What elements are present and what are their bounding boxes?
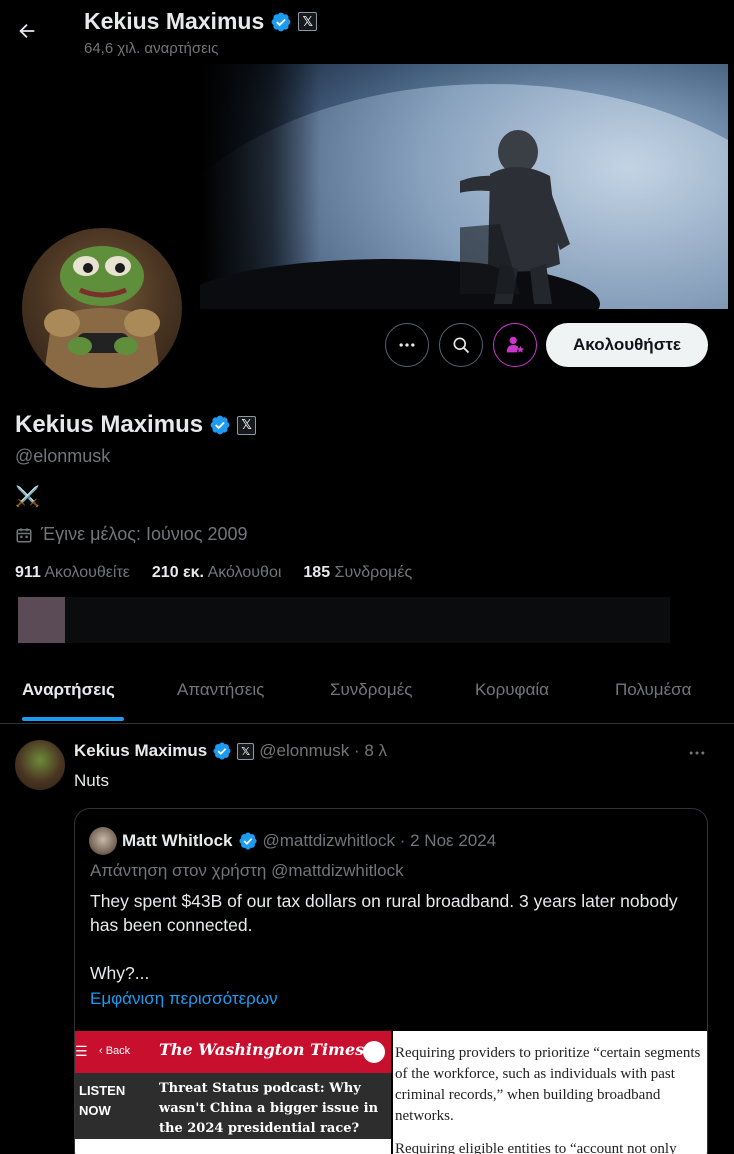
- tab-media[interactable]: Πολυμέσα: [615, 680, 692, 700]
- profile-name: Kekius Maximus: [15, 411, 204, 438]
- quote-header: Matt Whitlock @mattdizwhitlock · 2 Νοε 2…: [89, 827, 496, 855]
- x-affiliate-badge-icon: 𝕏: [237, 742, 255, 760]
- doc-paragraph-1: Requiring providers to prioritize “certa…: [395, 1045, 701, 1124]
- pepe-avatar-art: [42, 246, 162, 388]
- x-affiliate-badge-icon[interactable]: 𝕏: [237, 415, 257, 435]
- wt-back-label: ‹ Back: [99, 1045, 131, 1057]
- tab-highlights[interactable]: Κορυφαία: [475, 680, 549, 700]
- quote-author-name: Matt Whitlock: [122, 831, 233, 850]
- tab-replies[interactable]: Απαντήσεις: [177, 680, 264, 700]
- subscribe-person-star-icon: [506, 336, 525, 353]
- user-icon: [363, 1041, 385, 1063]
- post-author-name[interactable]: Kekius Maximus: [74, 741, 207, 761]
- quoted-post[interactable]: Matt Whitlock @mattdizwhitlock · 2 Νοε 2…: [74, 808, 708, 1154]
- more-options-button[interactable]: [385, 323, 429, 367]
- search-icon: [453, 337, 470, 354]
- header-posts-count: 64,6 χιλ. αναρτήσεις: [84, 40, 219, 57]
- followed-by-strip[interactable]: [18, 597, 670, 643]
- verified-badge-icon: [238, 832, 257, 850]
- doc-paragraph-2: Requiring eligible entities to “account …: [395, 1141, 677, 1154]
- following-count: 911: [15, 564, 41, 581]
- tab-posts[interactable]: Αναρτήσεις: [22, 680, 115, 700]
- wt-headline: Threat Status podcast: Why wasn't China …: [159, 1081, 379, 1136]
- more-dots-icon: [689, 751, 705, 755]
- arrow-left-icon: [19, 23, 35, 39]
- quote-handle-time: @mattdizwhitlock · 2 Νοε 2024: [262, 831, 497, 850]
- post-handle-time[interactable]: @elonmusk · 8 λ: [259, 741, 387, 761]
- wt-listen-label: LISTEN NOW: [79, 1083, 126, 1118]
- show-more-link[interactable]: Εμφάνιση περισσότερων: [90, 989, 278, 1009]
- joined-text: Έγινε μέλος: Ιούνιος 2009: [41, 524, 248, 544]
- subscriptions-stat[interactable]: 185 Συνδρομές: [303, 564, 412, 582]
- followers-label: Ακόλουθοι: [207, 564, 282, 581]
- post-more-button[interactable]: [684, 740, 710, 766]
- following-stat[interactable]: 911 Ακολουθείτε: [15, 564, 130, 582]
- profile-tabs: Αναρτήσεις Απαντήσεις Συνδρομές Κορυφαία…: [0, 660, 734, 724]
- header-name: Kekius Maximus: [84, 8, 265, 34]
- verified-badge-icon: [213, 742, 231, 760]
- followers-stat[interactable]: 210 εκ. Ακόλουθοι: [152, 564, 282, 582]
- quote-reply-to: Απάντηση στον χρήστη @mattdizwhitlock: [90, 861, 404, 880]
- profile-joined: Έγινε μέλος: Ιούνιος 2009: [15, 524, 248, 545]
- active-tab-indicator: [22, 717, 124, 721]
- profile-avatar[interactable]: [18, 224, 186, 392]
- more-dots-icon: [399, 343, 415, 347]
- post-text: Nuts: [74, 771, 109, 790]
- tab-subscriptions[interactable]: Συνδρομές: [330, 680, 412, 700]
- followers-count: 210 εκ.: [151, 564, 204, 581]
- subscribe-button[interactable]: [493, 323, 537, 367]
- calendar-icon: [16, 527, 32, 542]
- profile-handle: @elonmusk: [15, 446, 111, 466]
- verified-badge-icon: [271, 12, 291, 31]
- quote-avatar: [89, 827, 117, 855]
- profile-stats: 911 Ακολουθείτε 210 εκ. Ακόλουθοι 185 Συ…: [15, 564, 412, 582]
- quote-image-right[interactable]: Requiring providers to prioritize “certa…: [393, 1031, 707, 1154]
- subscriptions-label: Συνδρομές: [334, 564, 413, 581]
- x-affiliate-badge-icon: 𝕏: [298, 12, 318, 31]
- profile-banner[interactable]: [200, 64, 728, 309]
- header-title: Kekius Maximus 𝕏: [84, 8, 318, 35]
- quote-image-left[interactable]: ☰ ‹ Back The Washington Times LISTEN NOW…: [75, 1031, 391, 1154]
- subscriptions-count: 185: [303, 564, 331, 581]
- profile-name-row: Kekius Maximus 𝕏: [15, 411, 257, 439]
- hamburger-icon: ☰: [75, 1043, 88, 1059]
- wt-header-bar: ☰ ‹ Back The Washington Times: [75, 1031, 391, 1073]
- quote-text-2: Why?...: [90, 963, 150, 983]
- post-header: Kekius Maximus 𝕏 @elonmusk · 8 λ: [74, 741, 387, 761]
- wt-logo: The Washington Times: [159, 1040, 365, 1059]
- banner-astronaut: [460, 130, 570, 304]
- follow-button[interactable]: Ακολουθήστε: [546, 323, 708, 367]
- back-button[interactable]: [10, 14, 44, 48]
- verified-badge-icon[interactable]: [209, 414, 231, 436]
- following-label: Ακολουθείτε: [44, 564, 130, 581]
- post-avatar[interactable]: [15, 740, 65, 790]
- followed-by-avatar: [18, 597, 65, 643]
- top-bar: Kekius Maximus 𝕏 64,6 χιλ. αναρτήσεις: [0, 0, 734, 64]
- profile-bio: ⚔️: [15, 486, 40, 508]
- search-profile-button[interactable]: [439, 323, 483, 367]
- quote-text: They spent $43B of our tax dollars on ru…: [90, 891, 678, 935]
